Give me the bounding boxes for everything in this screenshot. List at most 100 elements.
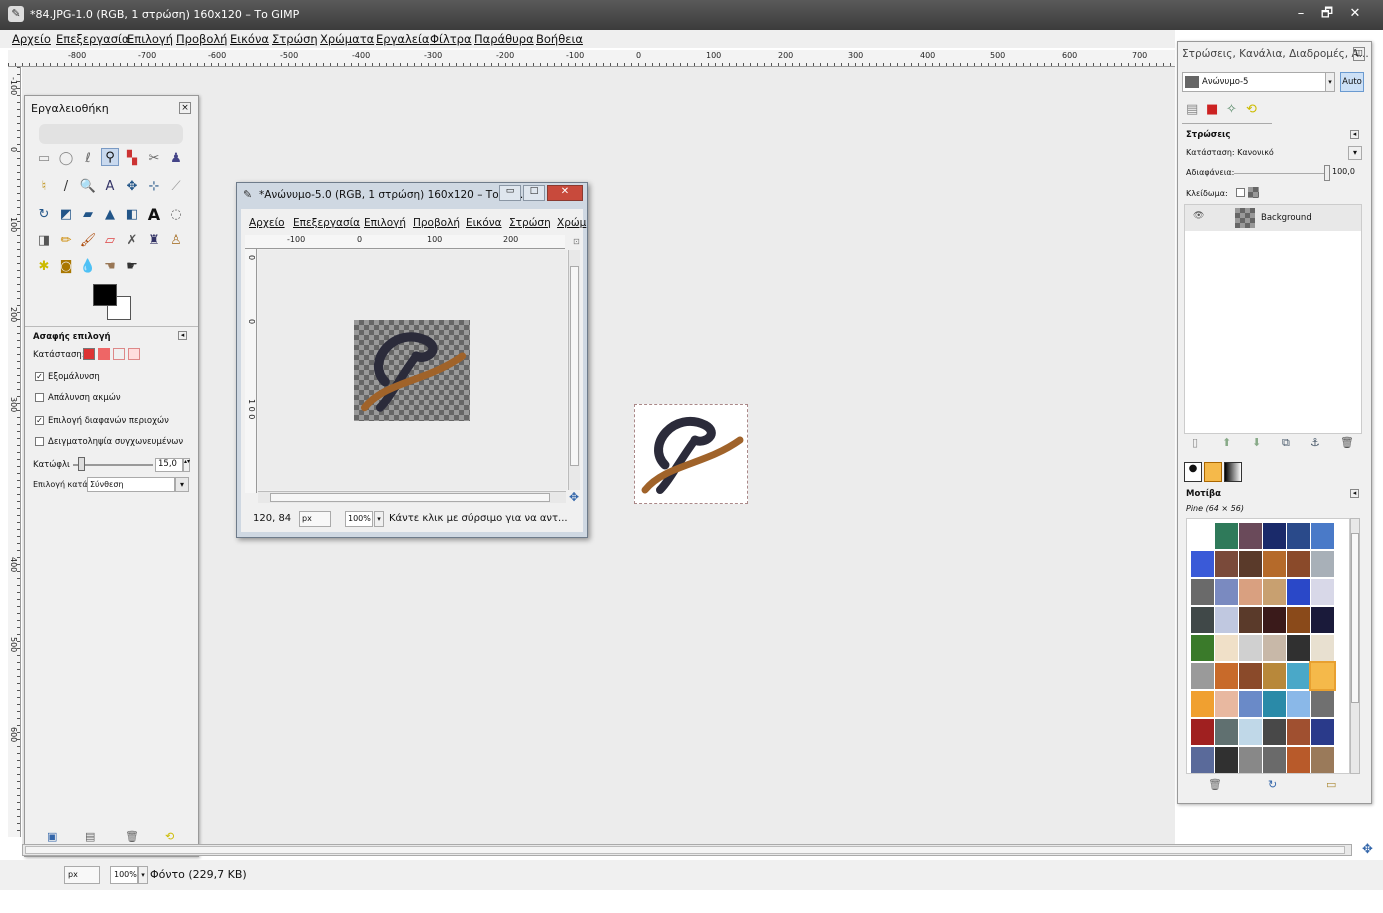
- pattern-swatch[interactable]: [1215, 607, 1238, 633]
- layer-mode-value[interactable]: Κανονικό: [1237, 148, 1274, 157]
- fuzzy-select-icon[interactable]: ⚲: [101, 148, 119, 166]
- pattern-swatch[interactable]: [1215, 747, 1238, 773]
- zoom-dropdown[interactable]: 100%: [345, 511, 373, 527]
- pattern-swatch[interactable]: [1263, 719, 1286, 745]
- pattern-swatch[interactable]: [1311, 551, 1334, 577]
- vertical-scrollbar[interactable]: [568, 250, 580, 490]
- pattern-swatch[interactable]: [1287, 579, 1310, 605]
- restore-options-icon[interactable]: ▤: [85, 830, 95, 843]
- scale-icon[interactable]: ◩: [57, 206, 75, 224]
- crop-icon[interactable]: ⟋: [167, 178, 185, 196]
- close-button[interactable]: ✕: [547, 185, 583, 201]
- pattern-swatch[interactable]: [1263, 691, 1286, 717]
- pattern-swatch[interactable]: [1239, 523, 1262, 549]
- pattern-swatch[interactable]: [1309, 661, 1336, 691]
- rect-select-icon[interactable]: ▭: [35, 150, 53, 168]
- lasso-icon[interactable]: ℓ: [79, 150, 97, 168]
- configure-icon[interactable]: ◂: [1350, 130, 1359, 139]
- menu-colors[interactable]: Χρώματα: [320, 32, 374, 46]
- open-folder-icon[interactable]: ▭: [1326, 778, 1336, 791]
- zoom-dropdown[interactable]: 100%: [110, 866, 138, 884]
- threshold-value[interactable]: 15,0: [155, 458, 183, 472]
- clone-icon[interactable]: ♙: [167, 232, 185, 250]
- anchor-layer-icon[interactable]: ⚓: [1310, 436, 1320, 449]
- blend-icon[interactable]: ◨: [35, 232, 53, 250]
- auto-button[interactable]: Auto: [1340, 72, 1364, 92]
- pattern-swatch[interactable]: [1239, 691, 1262, 717]
- tab-patterns[interactable]: [1204, 462, 1222, 482]
- chevron-down-icon[interactable]: ▾: [1325, 72, 1335, 92]
- vertical-ruler[interactable]: 0 0 1 0 0: [245, 249, 257, 493]
- blur-icon[interactable]: 💧: [79, 258, 97, 276]
- transparent-image-layer[interactable]: [354, 320, 470, 421]
- pattern-swatch[interactable]: [1263, 747, 1286, 773]
- menu-file[interactable]: Αρχείο: [12, 32, 51, 46]
- chevron-down-icon[interactable]: ▾: [1348, 146, 1362, 160]
- unit-dropdown[interactable]: px: [64, 866, 100, 884]
- paintbrush-icon[interactable]: 🖌: [79, 232, 97, 250]
- vertical-ruler[interactable]: -100 0 100 200 300 400 500 600: [8, 67, 21, 837]
- horizontal-ruler[interactable]: -800 -700 -600 -500 -400 -300 -200 -100 …: [8, 50, 1175, 67]
- tab-channels[interactable]: ■: [1206, 102, 1218, 117]
- chevron-down-icon[interactable]: ▾: [374, 511, 384, 527]
- lock-alpha-icon[interactable]: [1248, 187, 1259, 198]
- pattern-swatch[interactable]: [1191, 719, 1214, 745]
- pattern-swatch[interactable]: [1239, 635, 1262, 661]
- eraser-icon[interactable]: ▱: [101, 232, 119, 250]
- pattern-swatch[interactable]: [1263, 607, 1286, 633]
- pattern-swatch[interactable]: [1287, 691, 1310, 717]
- pattern-swatch[interactable]: [1287, 523, 1310, 549]
- chevron-down-icon[interactable]: ▾: [138, 866, 148, 884]
- paths-icon[interactable]: ♮: [35, 178, 53, 196]
- pattern-swatch[interactable]: [1191, 523, 1214, 549]
- pattern-swatch[interactable]: [1191, 747, 1214, 773]
- antialias-checkbox[interactable]: ✓: [35, 372, 44, 381]
- pattern-swatch[interactable]: [1215, 635, 1238, 661]
- flip-icon[interactable]: ◧: [123, 206, 141, 224]
- menu-filters[interactable]: Φίλτρα: [430, 32, 472, 46]
- rotate-icon[interactable]: ↻: [35, 206, 53, 224]
- mode-replace-button[interactable]: [83, 348, 95, 360]
- pattern-swatch[interactable]: [1311, 691, 1334, 717]
- pattern-swatch[interactable]: [1263, 663, 1286, 689]
- maximize-button[interactable]: □: [523, 185, 545, 201]
- pattern-swatch[interactable]: [1191, 663, 1214, 689]
- close-icon[interactable]: ×: [179, 102, 191, 114]
- pattern-swatch[interactable]: [1215, 663, 1238, 689]
- menu-edit[interactable]: Επεξεργασία: [56, 32, 129, 46]
- mode-intersect-button[interactable]: [128, 348, 140, 360]
- zoom-icon[interactable]: 🔍: [79, 178, 97, 196]
- bucket-fill-icon[interactable]: ◌: [167, 206, 185, 224]
- threshold-slider-track[interactable]: [73, 464, 153, 466]
- menu-select[interactable]: Επιλογή: [364, 217, 406, 229]
- pattern-swatch[interactable]: [1239, 719, 1262, 745]
- reset-icon[interactable]: ⟲: [165, 830, 174, 843]
- refresh-icon[interactable]: ↻: [1268, 778, 1277, 791]
- select-transparent-checkbox[interactable]: ✓: [35, 416, 44, 425]
- image-select-dropdown[interactable]: Ανώνυμο-5: [1182, 72, 1332, 92]
- pattern-swatch[interactable]: [1311, 523, 1334, 549]
- tab-gradients[interactable]: [1224, 462, 1242, 482]
- restore-button[interactable]: 🗗: [1314, 4, 1340, 24]
- scissors-icon[interactable]: ✂: [145, 150, 163, 168]
- configure-icon[interactable]: ◂: [1350, 489, 1359, 498]
- layer-name[interactable]: Background: [1261, 213, 1312, 223]
- close-button[interactable]: ✕: [1340, 4, 1370, 24]
- trash-icon[interactable]: 🗑: [1340, 436, 1354, 449]
- pattern-swatch[interactable]: [1287, 551, 1310, 577]
- horizontal-ruler[interactable]: -100 0 100 200: [245, 235, 565, 249]
- pattern-swatch[interactable]: [1287, 747, 1310, 773]
- menu-image[interactable]: Εικόνα: [230, 32, 269, 46]
- pattern-swatch[interactable]: [1263, 579, 1286, 605]
- pattern-swatch[interactable]: [1287, 635, 1310, 661]
- minimize-button[interactable]: ▭: [499, 185, 521, 201]
- navigate-icon[interactable]: ✥: [1362, 842, 1373, 857]
- airbrush-icon[interactable]: ✗: [123, 232, 141, 250]
- minimize-button[interactable]: –: [1288, 4, 1314, 24]
- menu-tools[interactable]: Εργαλεία: [376, 32, 429, 46]
- new-layer-icon[interactable]: ▯: [1192, 436, 1198, 449]
- menu-view[interactable]: Προβολή: [413, 217, 460, 229]
- lower-layer-icon[interactable]: ⬇: [1252, 436, 1261, 449]
- pattern-swatch[interactable]: [1239, 551, 1262, 577]
- pattern-swatch[interactable]: [1215, 551, 1238, 577]
